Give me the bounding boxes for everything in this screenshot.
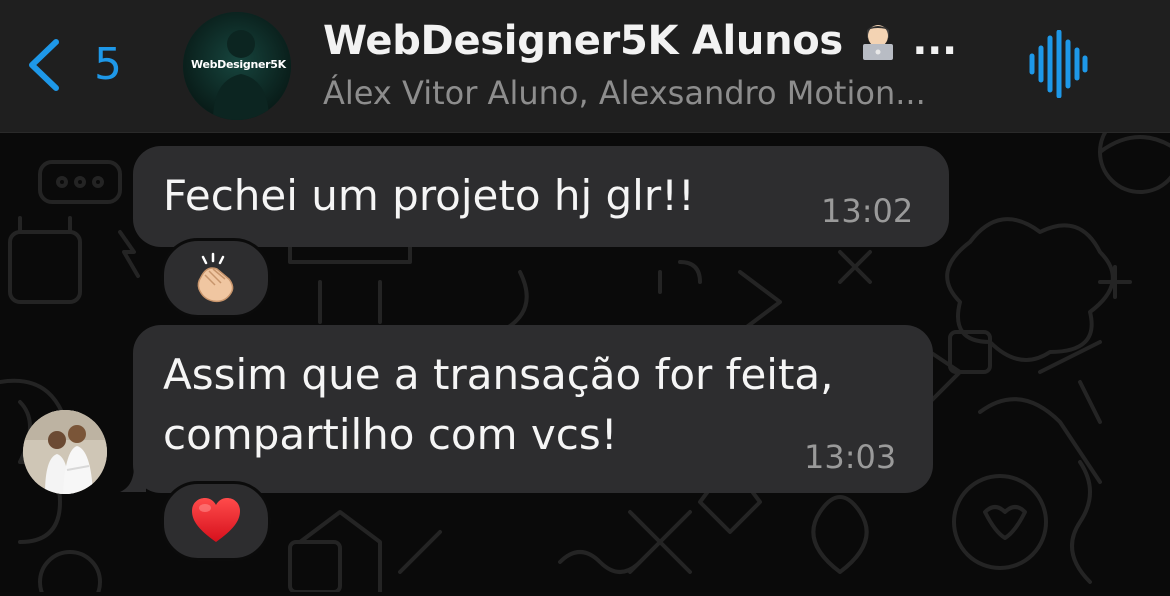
technologist-emoji xyxy=(862,25,893,60)
reaction-badge[interactable] xyxy=(161,238,271,318)
waveform-icon xyxy=(1029,29,1088,99)
title-ellipsis: ... xyxy=(912,18,957,64)
chat-header: 5 WebDesigner5K WebDesigner5K Alunos ... xyxy=(0,0,1170,133)
group-members[interactable]: Álex Vitor Aluno, Alexsandro Motion... xyxy=(323,74,973,112)
sender-avatar[interactable] xyxy=(23,410,107,494)
message-time: 13:03 xyxy=(804,438,897,476)
red-heart-emoji xyxy=(192,498,240,542)
group-avatar-text: WebDesigner5K xyxy=(191,58,286,71)
back-button[interactable]: 5 xyxy=(22,32,132,98)
message-text: Assim que a transação for feita, compart… xyxy=(163,350,834,459)
message-text: Fechei um projeto hj glr!! xyxy=(163,171,695,220)
clapping-hands-emoji xyxy=(197,252,234,303)
bubble-tail xyxy=(120,466,146,492)
group-title[interactable]: WebDesigner5K Alunos ... xyxy=(323,18,983,64)
message-bubble[interactable]: Assim que a transação for feita, compart… xyxy=(133,325,933,493)
message-bubble[interactable]: Fechei um projeto hj glr!! 13:02 xyxy=(133,146,949,247)
audio-chat-button[interactable] xyxy=(1024,29,1090,99)
chevron-left-icon xyxy=(29,39,59,91)
group-avatar[interactable]: WebDesigner5K xyxy=(183,12,291,120)
unread-count: 5 xyxy=(94,39,122,90)
group-title-text: WebDesigner5K Alunos xyxy=(323,18,843,64)
reaction-badge[interactable] xyxy=(161,481,271,561)
message-time: 13:02 xyxy=(821,192,914,230)
